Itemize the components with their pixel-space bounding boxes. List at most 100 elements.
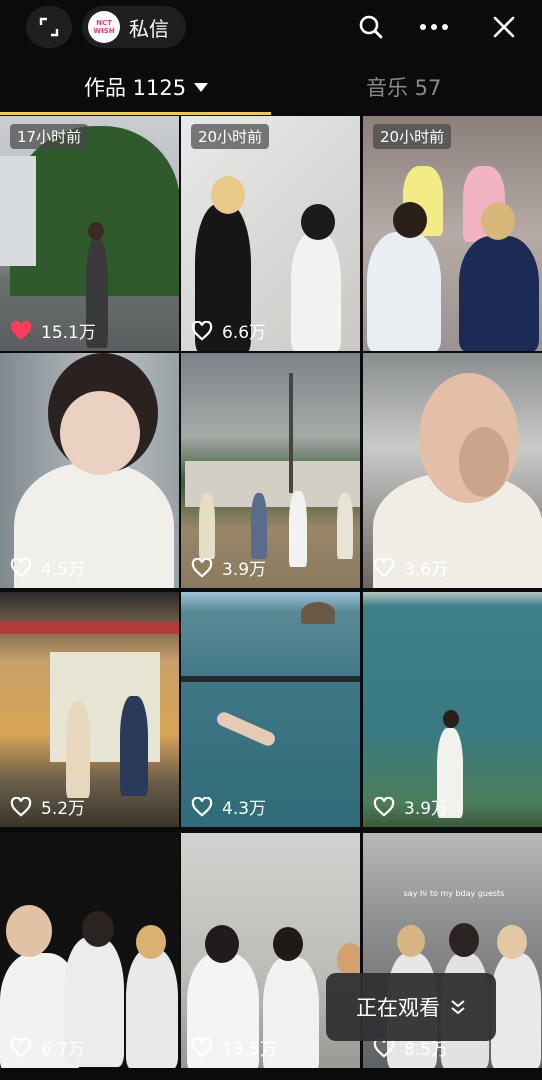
direct-message-label: 私信 <box>129 16 169 41</box>
heart-icon <box>191 796 213 817</box>
heart-icon <box>191 557 213 578</box>
likes-count: 15.1万 <box>10 318 96 343</box>
likes-count: 4.3万 <box>191 794 266 819</box>
likes-count: 4.5万 <box>10 555 85 580</box>
heart-filled-icon <box>10 320 32 340</box>
person-head <box>273 927 303 961</box>
likes-count: 3.9万 <box>373 794 448 819</box>
content-tabs: 作品 1125 音乐 57 <box>0 64 542 116</box>
time-badge: 17小时前 <box>10 124 89 149</box>
person-figure <box>289 491 307 567</box>
person-head <box>481 202 515 240</box>
tab-music[interactable]: 音乐 57 <box>366 72 441 102</box>
more-button[interactable] <box>417 10 451 44</box>
more-icon <box>420 24 448 30</box>
person-figure <box>291 232 341 351</box>
now-watching-label: 正在观看 <box>356 996 440 1020</box>
heart-icon <box>191 1037 213 1058</box>
person-head <box>205 925 239 963</box>
person-head <box>397 925 425 957</box>
heart-icon <box>191 320 213 341</box>
likes-value: 3.6万 <box>404 560 449 580</box>
video-thumbnail[interactable]: 5.2万 <box>0 592 179 827</box>
likes-count: 6.7万 <box>10 1035 85 1060</box>
heart-icon <box>10 1037 32 1058</box>
now-watching-button[interactable]: 正在观看 <box>326 973 496 1041</box>
likes-value: 4.3万 <box>222 799 267 819</box>
active-tab-indicator <box>0 112 271 115</box>
heart-icon <box>10 796 32 817</box>
search-button[interactable] <box>354 10 388 44</box>
swimming-person <box>214 709 278 749</box>
video-caption-overlay: say hi to my bday guests <box>403 889 505 898</box>
direct-message-button[interactable]: NCT WISH 私信 <box>82 6 186 48</box>
likes-count: 5.2万 <box>10 794 85 819</box>
group-avatar: NCT WISH <box>88 11 120 43</box>
person-head <box>211 176 245 214</box>
search-icon <box>359 15 383 39</box>
person-figure <box>337 493 353 559</box>
person-face <box>60 391 140 475</box>
person-figure <box>251 493 267 559</box>
person-figure <box>367 232 441 351</box>
likes-value: 4.5万 <box>41 560 86 580</box>
avatar-logo-text: NCT WISH <box>93 19 115 35</box>
person-head <box>136 925 166 959</box>
close-button[interactable] <box>487 10 521 44</box>
video-thumbnail[interactable]: 20小时前 <box>363 116 542 351</box>
utility-pole <box>289 373 293 493</box>
expand-button[interactable] <box>26 6 72 48</box>
likes-value: 13.5万 <box>222 1040 277 1060</box>
expand-icon <box>39 17 59 37</box>
building-scene <box>0 156 36 266</box>
buoy-line <box>181 676 360 682</box>
likes-value: 6.6万 <box>222 323 267 343</box>
person-figure <box>199 493 215 559</box>
dropdown-caret-icon <box>194 82 209 92</box>
person-figure <box>491 953 541 1068</box>
video-thumbnail[interactable]: 17小时前 15.1万 <box>0 116 179 351</box>
time-badge: 20小时前 <box>191 124 270 149</box>
person-head <box>393 202 427 238</box>
person-head <box>443 710 459 728</box>
likes-value: 3.9万 <box>222 560 267 580</box>
person-figure <box>66 702 90 798</box>
video-thumbnail[interactable]: 3.9万 <box>363 592 542 827</box>
likes-count: 13.5万 <box>191 1035 277 1060</box>
likes-value: 6.7万 <box>41 1040 86 1060</box>
likes-value: 5.2万 <box>41 799 86 819</box>
close-icon <box>493 16 515 38</box>
person-head <box>301 204 335 240</box>
person-figure <box>120 696 148 796</box>
likes-count: 6.6万 <box>191 318 266 343</box>
chevron-double-down-icon <box>451 1000 465 1015</box>
video-thumbnail[interactable]: 3.6万 <box>363 353 542 588</box>
person-head <box>6 905 52 957</box>
video-thumbnail[interactable]: 4.5万 <box>0 353 179 588</box>
shop-awning <box>0 622 179 634</box>
rock-island <box>301 602 335 624</box>
heart-icon <box>373 557 395 578</box>
likes-value: 15.1万 <box>41 323 96 343</box>
likes-value: 3.9万 <box>404 799 449 819</box>
top-bar: NCT WISH 私信 <box>0 0 542 56</box>
person-head <box>449 923 479 957</box>
video-thumbnail[interactable]: 20小时前 6.6万 <box>181 116 360 351</box>
person-head <box>497 925 527 959</box>
heart-icon <box>373 796 395 817</box>
video-thumbnail[interactable]: 3.9万 <box>181 353 360 588</box>
person-figure <box>459 236 539 351</box>
tab-works[interactable]: 作品 1125 <box>84 72 209 102</box>
person-figure <box>126 949 178 1068</box>
tab-music-label: 音乐 57 <box>366 76 442 100</box>
hand-shape <box>459 427 509 497</box>
heart-icon <box>10 557 32 578</box>
likes-count: 3.9万 <box>191 555 266 580</box>
likes-count: 3.6万 <box>373 555 448 580</box>
time-badge: 20小时前 <box>373 124 452 149</box>
video-thumbnail[interactable]: 6.7万 <box>0 833 179 1068</box>
person-head <box>88 222 104 240</box>
video-thumbnail[interactable]: 4.3万 <box>181 592 360 827</box>
tab-works-label: 作品 1125 <box>84 76 187 100</box>
person-head <box>82 911 114 947</box>
